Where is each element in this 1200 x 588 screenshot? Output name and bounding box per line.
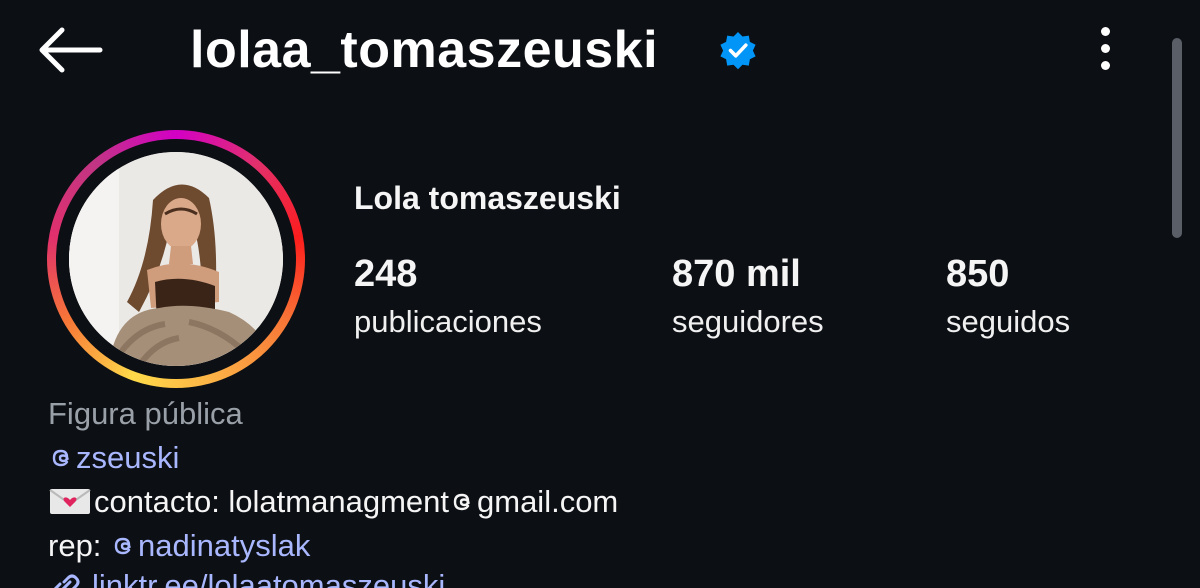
external-link[interactable]: linktr.ee/lolaatomaszeuski (48, 568, 445, 588)
profile-photo (69, 152, 283, 366)
threads-icon (114, 537, 131, 555)
back-button[interactable] (34, 24, 106, 76)
stat-following[interactable]: 850 seguidos (946, 252, 1070, 346)
external-link-text: linktr.ee/lolaatomaszeuski (92, 568, 446, 588)
more-options-button[interactable] (1088, 24, 1122, 74)
avatar-ring-gap (56, 139, 296, 379)
more-vertical-icon (1100, 27, 1110, 36)
stat-following-count: 850 (946, 253, 1010, 295)
stat-followers-count: 870 mil (672, 253, 801, 295)
stat-posts-label: publicaciones (354, 304, 542, 339)
more-vertical-icon-dot (1100, 61, 1110, 70)
rep-handle-link[interactable]: nadinatyslak (110, 528, 310, 563)
bio: Figura pública zseuski contacto: lolatma… (48, 392, 618, 568)
love-letter-icon (49, 489, 91, 514)
more-vertical-icon-dot (1100, 44, 1110, 53)
stat-posts[interactable]: 248 publicaciones (354, 252, 542, 346)
threads-handle: zseuski (76, 440, 180, 475)
stat-following-label: seguidos (946, 304, 1071, 339)
contact-prefix: contacto: lolatmanagment (94, 484, 449, 519)
scrollbar[interactable] (1172, 38, 1182, 238)
profile-username: lolaa_tomaszeuski (190, 21, 659, 79)
profile-screen: lolaa_tomaszeuski Lola tomaszeuski 248 p… (0, 0, 1200, 588)
contact-suffix: gmail.com (477, 484, 619, 519)
rep-handle: nadinatyslak (138, 528, 311, 563)
threads-handle-link[interactable]: zseuski (48, 436, 618, 480)
stat-followers[interactable]: 870 mil seguidores (672, 252, 824, 346)
avatar-story-ring[interactable] (47, 130, 305, 388)
profile-display-name: Lola tomaszeuski (354, 180, 621, 216)
stat-posts-count: 248 (354, 253, 418, 295)
threads-icon (453, 493, 470, 511)
rep-prefix: rep: (48, 528, 111, 563)
threads-icon (52, 449, 69, 467)
arrow-left-icon (39, 27, 103, 73)
link-icon (54, 574, 80, 588)
avatar (69, 152, 283, 366)
verified-badge-icon (720, 32, 756, 70)
stat-followers-label: seguidores (672, 304, 824, 339)
bio-contact-line: contacto: lolatmanagment gmail.com (48, 480, 618, 524)
bio-category: Figura pública (48, 396, 243, 431)
bio-rep-line: rep: nadinatyslak (48, 524, 618, 568)
